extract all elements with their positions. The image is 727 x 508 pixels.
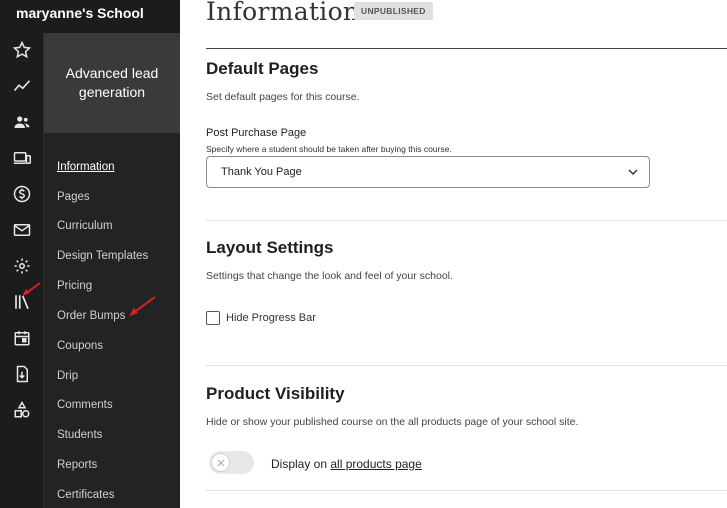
- annotation-arrow-library: [22, 282, 41, 296]
- nav-item-pricing[interactable]: Pricing: [57, 280, 92, 292]
- nav-item-coupons[interactable]: Coupons: [57, 340, 103, 352]
- default-pages-description: Set default pages for this course.: [206, 91, 360, 103]
- close-icon: [217, 459, 224, 466]
- title-divider: [206, 48, 727, 49]
- page-title: Information: [206, 0, 360, 26]
- hide-progress-bar-label[interactable]: Hide Progress Bar: [226, 312, 316, 324]
- nav-item-pages[interactable]: Pages: [57, 191, 90, 203]
- layout-settings-heading: Layout Settings: [206, 238, 334, 257]
- toggle-label: Display on all products page: [271, 457, 422, 471]
- nav-item-design-templates[interactable]: Design Templates: [57, 250, 148, 262]
- post-purchase-help: Specify where a student should be taken …: [206, 144, 452, 154]
- calendar-icon[interactable]: [11, 327, 33, 349]
- dollar-icon[interactable]: [11, 183, 33, 205]
- nav-item-certificates[interactable]: Certificates: [57, 489, 115, 501]
- mail-icon[interactable]: [11, 219, 33, 241]
- toggle-label-prefix: Display on: [271, 457, 328, 471]
- annotation-arrow-order-bumps: [129, 296, 156, 316]
- product-visibility-heading: Product Visibility: [206, 384, 345, 403]
- nav-item-order-bumps[interactable]: Order Bumps: [57, 310, 125, 322]
- school-name[interactable]: maryanne's School: [16, 5, 144, 21]
- default-pages-heading: Default Pages: [206, 59, 319, 78]
- star-icon[interactable]: [11, 39, 33, 61]
- hide-progress-bar-checkbox[interactable]: [206, 311, 220, 325]
- main-content: Information UNPUBLISHED Default Pages Se…: [206, 0, 727, 508]
- users-icon[interactable]: [11, 111, 33, 133]
- section-divider: [206, 490, 727, 491]
- course-title-box: Advanced lead generation: [44, 33, 180, 133]
- display-on-all-products-toggle[interactable]: [209, 451, 254, 474]
- gear-icon[interactable]: [11, 255, 33, 277]
- nav-item-curriculum[interactable]: Curriculum: [57, 220, 113, 232]
- nav-item-students[interactable]: Students: [57, 429, 102, 441]
- chevron-down-icon: [628, 169, 638, 176]
- product-visibility-description: Hide or show your published course on th…: [206, 416, 579, 428]
- nav-item-information[interactable]: Information: [57, 161, 115, 173]
- section-divider: [206, 365, 727, 366]
- devices-icon[interactable]: [11, 147, 33, 169]
- post-purchase-select[interactable]: Thank You Page: [206, 156, 650, 188]
- status-badge: UNPUBLISHED: [354, 2, 433, 20]
- nav-item-comments[interactable]: Comments: [57, 399, 113, 411]
- post-purchase-label: Post Purchase Page: [206, 127, 307, 139]
- nav-item-reports[interactable]: Reports: [57, 459, 97, 471]
- toggle-knob: [211, 453, 230, 472]
- shapes-icon[interactable]: [11, 399, 33, 421]
- all-products-page-link[interactable]: all products page: [330, 457, 421, 471]
- nav-item-drip[interactable]: Drip: [57, 370, 78, 382]
- icon-rail: [0, 33, 44, 508]
- layout-settings-description: Settings that change the look and feel o…: [206, 270, 453, 282]
- chart-line-icon[interactable]: [11, 75, 33, 97]
- section-divider: [206, 220, 727, 221]
- course-title: Advanced lead generation: [65, 65, 159, 100]
- course-panel: Advanced lead generation Information Pag…: [44, 33, 180, 508]
- school-header: maryanne's School: [0, 0, 180, 34]
- download-icon[interactable]: [11, 363, 33, 385]
- post-purchase-selected-value: Thank You Page: [221, 166, 302, 178]
